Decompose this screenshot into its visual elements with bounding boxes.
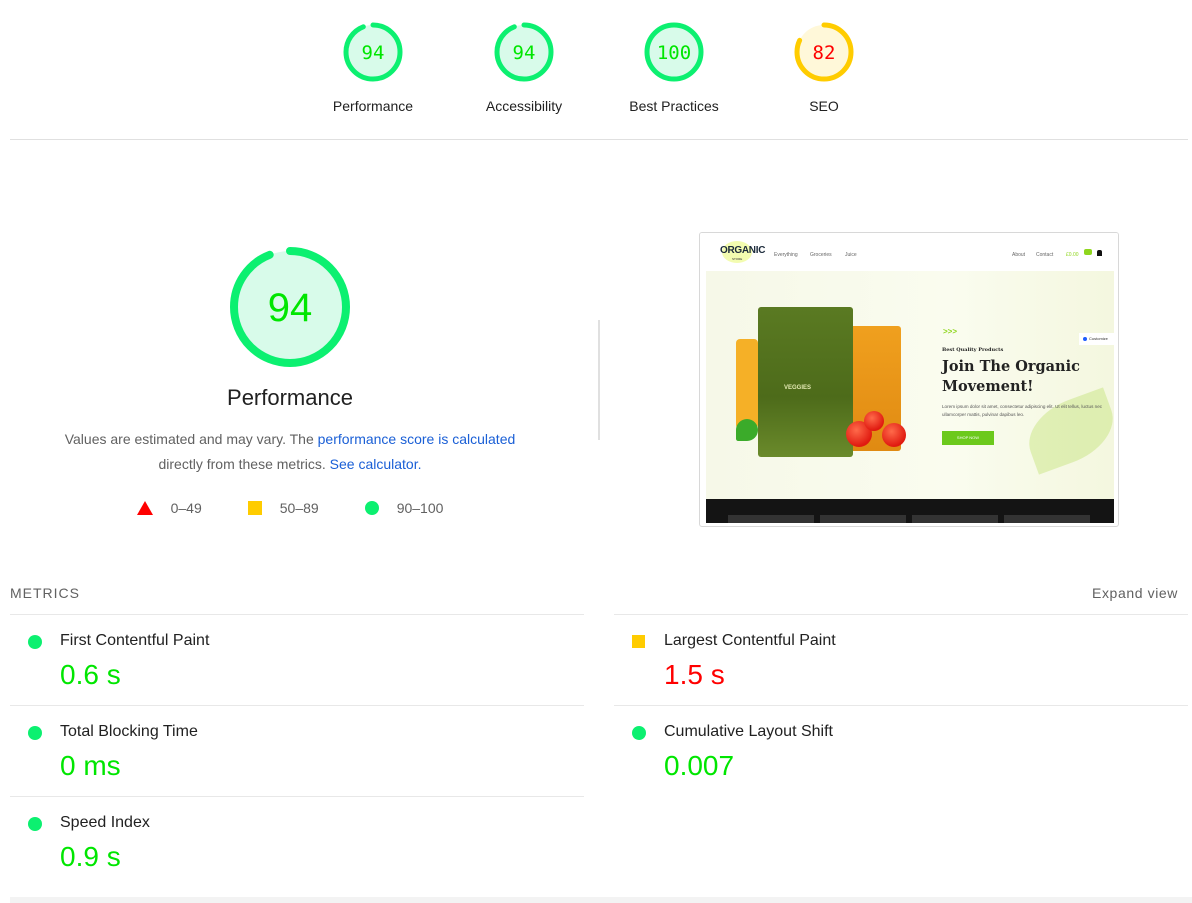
square-average-icon [632, 635, 645, 648]
gauge-best-practices[interactable]: 100 Best Practices [619, 20, 729, 114]
see-calculator-link[interactable]: See calculator. [330, 456, 422, 472]
circle-pass-icon [28, 726, 42, 740]
screenshot-card [912, 515, 998, 523]
screenshot-card [728, 515, 814, 523]
screenshot-customize: Customize [1079, 333, 1118, 345]
legend-item-fail: 0–49 [136, 500, 202, 516]
gauge-seo[interactable]: 82 SEO [769, 20, 879, 114]
user-icon [1097, 250, 1102, 256]
gauge-label: SEO [809, 98, 839, 114]
legend-range: 90–100 [396, 500, 444, 516]
gauge-label: Performance [332, 98, 414, 114]
performance-score: 94 [268, 286, 313, 330]
screenshot-nav-link: About [1012, 252, 1026, 258]
screenshot-shop-button: SHOP NOW [942, 431, 994, 445]
screenshot-nav-link: Juice [845, 252, 857, 258]
metric-title: Cumulative Layout Shift [664, 723, 833, 740]
metrics-column-left: First Contentful Paint 0.6 s Total Block… [10, 614, 584, 887]
legend-range: 50–89 [279, 500, 319, 516]
metric-cumulative-layout-shift: Cumulative Layout Shift 0.007 [614, 705, 1188, 796]
gauge-accessibility[interactable]: 94 Accessibility [469, 20, 579, 114]
expand-view-toggle[interactable]: Expand view [1092, 585, 1178, 601]
juice-jar-image [736, 339, 758, 429]
performance-title: Performance [227, 385, 353, 410]
metrics-header: METRICS [10, 585, 80, 601]
tomato-image [864, 411, 884, 431]
arrows-icon: >>> [943, 327, 958, 336]
screenshot-hero: VEGGIES >>> Best Quality Products Join T… [706, 271, 1118, 499]
screenshot-card [1004, 515, 1090, 523]
metric-title: Total Blocking Time [60, 723, 198, 740]
green-bag-image [758, 307, 853, 457]
leaf-decoration [1018, 387, 1118, 475]
metric-speed-index: Speed Index 0.9 s [10, 796, 584, 887]
gauge-ring: 100 [644, 22, 704, 82]
metric-value: 0 ms [60, 750, 121, 781]
metric-value: 1.5 s [664, 659, 725, 690]
bag-label: VEGGIES [784, 385, 812, 391]
screenshot-navbar: ORGANIC STORE Everything Groceries Juice… [700, 233, 1118, 271]
divider [10, 139, 1188, 140]
metric-first-contentful-paint: First Contentful Paint 0.6 s [10, 614, 584, 705]
screenshot-body-text: Lorem ipsum dolor sit amet, consectetur … [942, 404, 1103, 417]
gauge-ring: 94 [230, 247, 350, 367]
gauge-score: 100 [657, 42, 691, 64]
triangle-fail-icon [136, 501, 153, 515]
basil-image [736, 419, 758, 441]
screenshot-card [820, 515, 906, 523]
score-legend: 0–49 50–89 90–100 [0, 500, 580, 516]
final-screenshot[interactable]: ORGANIC STORE Everything Groceries Juice… [699, 232, 1119, 527]
vertical-divider [598, 320, 600, 440]
screenshot-nav-link: Everything [774, 252, 798, 258]
gauge-score: 82 [813, 42, 836, 64]
screenshot-logo: ORGANIC [720, 245, 766, 256]
circle-pass-icon [28, 635, 42, 649]
gauge-ring: 94 [494, 22, 554, 82]
screenshot-subtitle: Best Quality Products [942, 347, 1004, 353]
screenshot-logo-sub: STORE [732, 257, 743, 261]
gauge-score: 94 [362, 42, 385, 64]
legend-item-average: 50–89 [247, 500, 319, 516]
metric-value: 0.007 [664, 750, 735, 781]
metric-total-blocking-time: Total Blocking Time 0 ms [10, 705, 584, 796]
gauge-ring: 82 [794, 22, 854, 82]
cart-icon [1084, 249, 1092, 255]
legend-item-pass: 90–100 [364, 500, 444, 516]
metric-value: 0.9 s [60, 841, 121, 872]
metric-largest-contentful-paint: Largest Contentful Paint 1.5 s [614, 614, 1188, 705]
circle-pass-icon [364, 501, 379, 515]
metric-title: First Contentful Paint [60, 632, 210, 649]
screenshot-headline: Join The Organic Movement! [942, 358, 1080, 395]
summary-gauges: 94 Performance 94 Accessibility 100 Best… [0, 0, 1192, 140]
metrics-column-right: Largest Contentful Paint 1.5 s Cumulativ… [614, 614, 1188, 796]
metric-title: Largest Contentful Paint [664, 632, 836, 649]
metric-value: 0.6 s [60, 659, 121, 690]
metric-title: Speed Index [60, 814, 150, 831]
gauge-score: 94 [513, 42, 536, 64]
gauge-ring: 94 [343, 22, 403, 82]
circle-pass-icon [632, 726, 646, 740]
score-calculated-link[interactable]: performance score is calculated [318, 431, 516, 447]
square-average-icon [247, 501, 262, 515]
tomato-image [882, 423, 906, 447]
description-text: Values are estimated and may vary. The [64, 431, 318, 447]
circle-pass-icon [28, 817, 42, 831]
performance-description: Values are estimated and may vary. The p… [30, 427, 550, 477]
screenshot-nav-link: Groceries [810, 252, 832, 258]
legend-range: 0–49 [170, 500, 202, 516]
gauge-performance[interactable]: 94 Performance [318, 20, 428, 114]
gauge-label: Best Practices [629, 98, 719, 114]
description-text: directly from these metrics. [158, 456, 330, 472]
performance-gauge-large: 94 [228, 245, 352, 374]
screenshot-nav-link: Contact [1036, 252, 1054, 258]
gauge-label: Accessibility [485, 98, 563, 114]
screenshot-cart-price: £0.00 [1066, 252, 1079, 258]
bottom-bar [10, 897, 1192, 903]
